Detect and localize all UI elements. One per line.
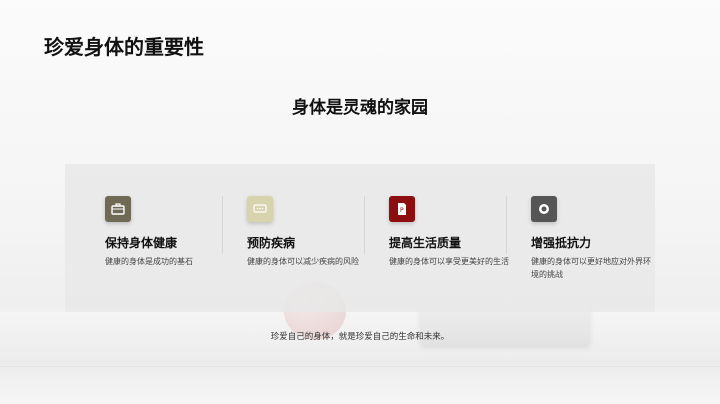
briefcase-icon <box>105 196 131 222</box>
card-description: 健康的身体是成功的基石 <box>105 257 193 266</box>
card-title: 提高生活质量 <box>389 236 462 250</box>
card-title: 增强抵抗力 <box>531 236 592 250</box>
target-icon <box>531 196 557 222</box>
background-floor <box>0 312 720 404</box>
card-divider <box>222 196 223 254</box>
floor-edge <box>0 366 720 367</box>
card-description: 健康的身体可以更好地应对外界环境的挑战 <box>531 257 651 279</box>
chat-icon <box>247 196 273 222</box>
card-prevent-disease: 预防疾病 健康的身体可以减少疾病的风险 <box>247 196 367 268</box>
card-description: 健康的身体可以享受更美好的生活 <box>389 257 509 266</box>
slide-subtitle: 身体是灵魂的家园 <box>292 98 428 118</box>
document-icon: P <box>389 196 415 222</box>
card-resistance: 增强抵抗力 健康的身体可以更好地应对外界环境的挑战 <box>531 196 651 281</box>
card-title: 保持身体健康 <box>105 236 178 250</box>
card-description: 健康的身体可以减少疾病的风险 <box>247 257 359 266</box>
slide-title: 珍爱身体的重要性 <box>44 35 204 59</box>
card-divider <box>364 196 365 254</box>
svg-text:P: P <box>400 207 404 214</box>
card-keep-healthy: 保持身体健康 健康的身体是成功的基石 <box>105 196 225 268</box>
footer-quote: 珍爱自己的身体，就是珍爱自己的生命和未来。 <box>270 332 450 342</box>
card-divider <box>506 196 507 254</box>
card-title: 预防疾病 <box>247 236 296 250</box>
card-quality-of-life: P 提高生活质量 健康的身体可以享受更美好的生活 <box>389 196 509 268</box>
